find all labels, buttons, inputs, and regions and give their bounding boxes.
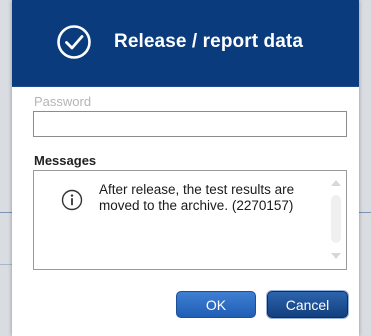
- info-icon: [61, 189, 83, 211]
- password-label: Password: [34, 94, 92, 109]
- scroll-thumb[interactable]: [331, 195, 341, 243]
- background-divider: [0, 264, 12, 265]
- dialog-title: Release / report data: [114, 31, 304, 52]
- dialog-titlebar: Release / report data: [12, 0, 359, 87]
- background-divider: [359, 212, 371, 213]
- message-text: After release, the test results are move…: [99, 182, 295, 213]
- background-app-right: [359, 0, 371, 336]
- password-input[interactable]: [33, 111, 347, 137]
- ok-button[interactable]: OK: [176, 291, 256, 318]
- messages-label: Messages: [34, 153, 97, 168]
- background-divider: [0, 212, 12, 213]
- release-report-dialog: Release / report data Password Messages …: [12, 0, 359, 336]
- scroll-down-icon[interactable]: [331, 253, 341, 259]
- scroll-up-icon[interactable]: [331, 180, 341, 186]
- checkmark-circle-icon: [57, 25, 91, 59]
- cancel-button[interactable]: Cancel: [267, 291, 348, 318]
- messages-box: After release, the test results are move…: [33, 170, 347, 270]
- background-app-left: [0, 0, 12, 336]
- messages-scrollbar[interactable]: [330, 177, 342, 263]
